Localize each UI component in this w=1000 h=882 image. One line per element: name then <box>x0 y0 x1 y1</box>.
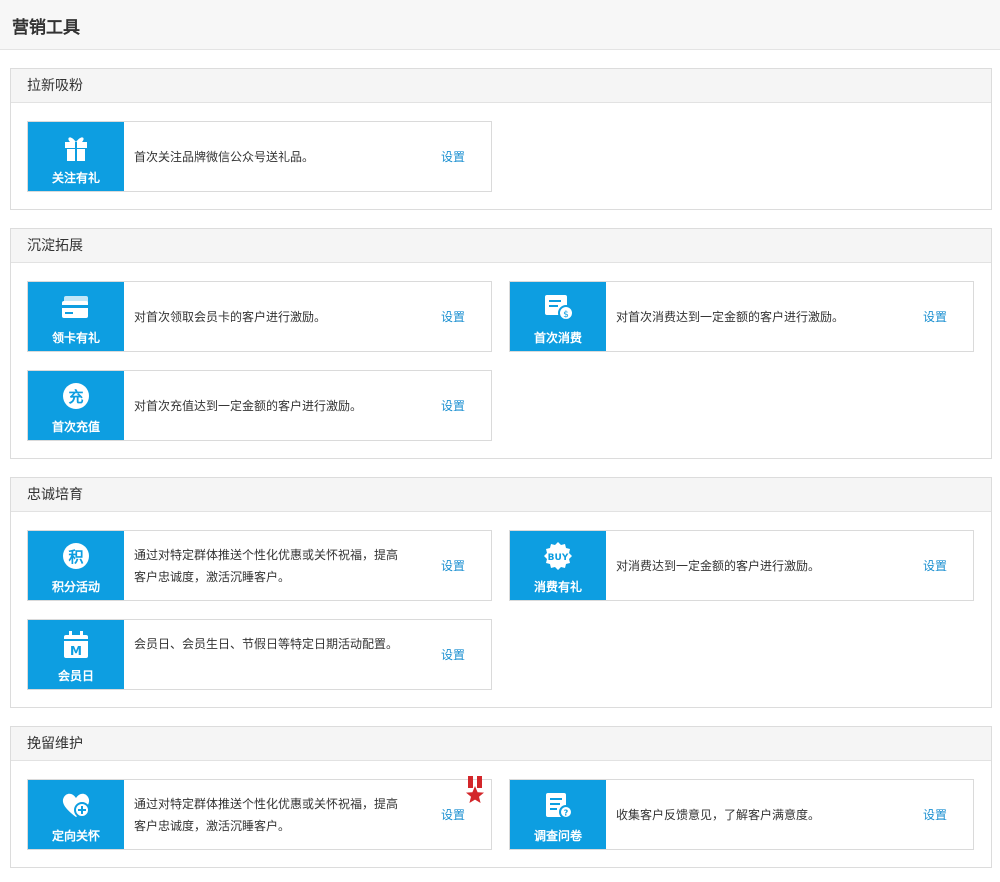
card-description: 对首次消费达到一定金额的客户进行激励。 <box>616 310 845 324</box>
settings-link[interactable]: 设置 <box>441 148 465 165</box>
card-description: 通过对特定群体推送个性化优惠或关怀祝福，提高客户忠诚度，激活沉睡客户。 <box>134 548 399 584</box>
settings-link[interactable]: 设置 <box>441 806 465 823</box>
settings-link[interactable]: 设置 <box>923 308 947 325</box>
section-retention-expansion: 沉淀拓展 领卡有礼 对首次领取会员卡的客户进行激励。 设置 $ 首次消费 对首次… <box>10 228 992 459</box>
card-points-activity: 积 积分活动 通过对特定群体推送个性化优惠或关怀祝福，提高客户忠诚度，激活沉睡客… <box>27 530 492 601</box>
card-icon-tile: 充 首次充值 <box>28 371 124 440</box>
card-purchase-gift: BUY 消费有礼 对消费达到一定金额的客户进行激励。 设置 <box>509 530 974 601</box>
svg-text:?: ? <box>564 809 569 818</box>
card-icon-tile: ? 调查问卷 <box>510 780 606 849</box>
card-label: 定向关怀 <box>51 829 100 843</box>
card-label: 积分活动 <box>51 580 100 594</box>
card-label: 首次消费 <box>533 331 582 345</box>
heart-plus-icon <box>62 793 90 818</box>
card-icon-tile: 积 积分活动 <box>28 531 124 600</box>
card-follow-gift: 关注有礼 首次关注品牌微信公众号送礼品。 设置 <box>27 121 492 192</box>
svg-text:积: 积 <box>68 548 83 566</box>
card-label: 调查问卷 <box>533 829 582 843</box>
svg-text:$: $ <box>563 310 569 320</box>
section-retention-care: 挽留维护 定向关怀 通过对特定群体推送个性化优惠或关怀祝福，提高客户忠诚度，激活… <box>10 726 992 868</box>
recharge-icon: 充 <box>63 383 89 409</box>
card-targeted-care: 定向关怀 通过对特定群体推送个性化优惠或关怀祝福，提高客户忠诚度，激活沉睡客户。… <box>27 776 492 850</box>
card-first-purchase: $ 首次消费 对首次消费达到一定金额的客户进行激励。 设置 <box>509 281 974 352</box>
section-new-fans: 拉新吸粉 关注有礼 首次关注品牌微信公众号送礼品。 设置 <box>10 68 992 210</box>
settings-link[interactable]: 设置 <box>441 308 465 325</box>
card-claim-card-gift: 领卡有礼 对首次领取会员卡的客户进行激励。 设置 <box>27 281 492 352</box>
settings-link[interactable]: 设置 <box>441 646 465 663</box>
card-icon-tile: 关注有礼 <box>28 122 124 191</box>
settings-link[interactable]: 设置 <box>923 806 947 823</box>
svg-text:充: 充 <box>68 388 83 406</box>
section-title: 挽留维护 <box>11 727 991 761</box>
card-survey: ? 调查问卷 收集客户反馈意见，了解客户满意度。 设置 <box>509 779 974 850</box>
card-label: 领卡有礼 <box>51 331 100 345</box>
settings-link[interactable]: 设置 <box>923 557 947 574</box>
card-first-recharge: 充 首次充值 对首次充值达到一定金额的客户进行激励。 设置 <box>27 370 492 441</box>
card-icon-tile: 定向关怀 <box>28 780 124 849</box>
card-description: 对首次领取会员卡的客户进行激励。 <box>134 310 327 324</box>
section-title: 沉淀拓展 <box>11 229 991 263</box>
survey-icon: ? <box>546 793 573 819</box>
card-label: 消费有礼 <box>533 580 582 594</box>
card-description: 对首次充值达到一定金额的客户进行激励。 <box>134 399 363 413</box>
calendar-m-icon: M <box>64 631 88 658</box>
section-title: 拉新吸粉 <box>11 69 991 103</box>
card-member-day: M 会员日 会员日、会员生日、节假日等特定日期活动配置。 设置 <box>27 619 492 690</box>
card-description: 会员日、会员生日、节假日等特定日期活动配置。 <box>134 637 399 651</box>
svg-text:M: M <box>70 644 82 658</box>
card-description: 首次关注品牌微信公众号送礼品。 <box>134 150 315 164</box>
gift-icon <box>65 137 87 161</box>
receipt-coin-icon: $ <box>545 295 574 321</box>
card-description: 收集客户反馈意见，了解客户满意度。 <box>616 808 821 822</box>
buy-badge-icon: BUY <box>544 542 572 570</box>
card-icon <box>62 296 88 318</box>
star-ribbon-icon <box>466 776 484 803</box>
card-label: 首次充值 <box>51 420 100 434</box>
svg-text:BUY: BUY <box>548 553 569 563</box>
card-icon-tile: BUY 消费有礼 <box>510 531 606 600</box>
page-title: 营销工具 <box>12 18 80 38</box>
card-label: 关注有礼 <box>51 171 100 185</box>
card-icon-tile: 领卡有礼 <box>28 282 124 351</box>
card-description: 通过对特定群体推送个性化优惠或关怀祝福，提高客户忠诚度，激活沉睡客户。 <box>134 797 399 833</box>
card-icon-tile: M 会员日 <box>28 620 124 689</box>
settings-link[interactable]: 设置 <box>441 397 465 414</box>
card-description: 对消费达到一定金额的客户进行激励。 <box>616 559 821 573</box>
section-title: 忠诚培育 <box>11 478 991 512</box>
points-icon: 积 <box>63 543 89 569</box>
card-label: 会员日 <box>57 669 94 683</box>
page-header: 营销工具 <box>0 0 1000 50</box>
card-icon-tile: $ 首次消费 <box>510 282 606 351</box>
settings-link[interactable]: 设置 <box>441 557 465 574</box>
section-loyalty: 忠诚培育 积 积分活动 通过对特定群体推送个性化优惠或关怀祝福，提高客户忠诚度，… <box>10 477 992 708</box>
